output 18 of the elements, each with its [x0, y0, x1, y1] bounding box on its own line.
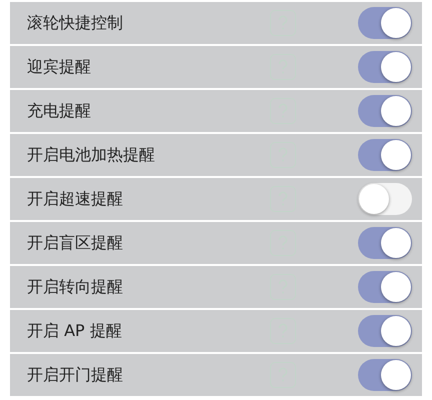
setting-label: 开启转向提醒: [27, 276, 124, 298]
setting-label: 滚轮快捷控制: [27, 12, 124, 34]
toggle-switch[interactable]: [358, 139, 412, 171]
toggle-switch[interactable]: [358, 227, 412, 259]
toggle-switch[interactable]: [358, 95, 412, 127]
setting-label: 开启 AP 提醒: [27, 320, 123, 342]
setting-label: 开启盲区提醒: [27, 232, 124, 254]
toggle-switch[interactable]: [358, 359, 412, 391]
setting-label: 开启开门提醒: [27, 364, 124, 386]
toggle-switch[interactable]: [358, 183, 412, 215]
setting-label: 开启电池加热提醒: [27, 144, 156, 166]
setting-label: 迎宾提醒: [27, 56, 92, 78]
setting-label: 充电提醒: [27, 100, 92, 122]
toggle-switch[interactable]: [358, 315, 412, 347]
toggle-switch[interactable]: [358, 7, 412, 39]
toggle-switch[interactable]: [358, 271, 412, 303]
setting-label: 开启超速提醒: [27, 188, 124, 210]
toggle-switch[interactable]: [358, 51, 412, 83]
